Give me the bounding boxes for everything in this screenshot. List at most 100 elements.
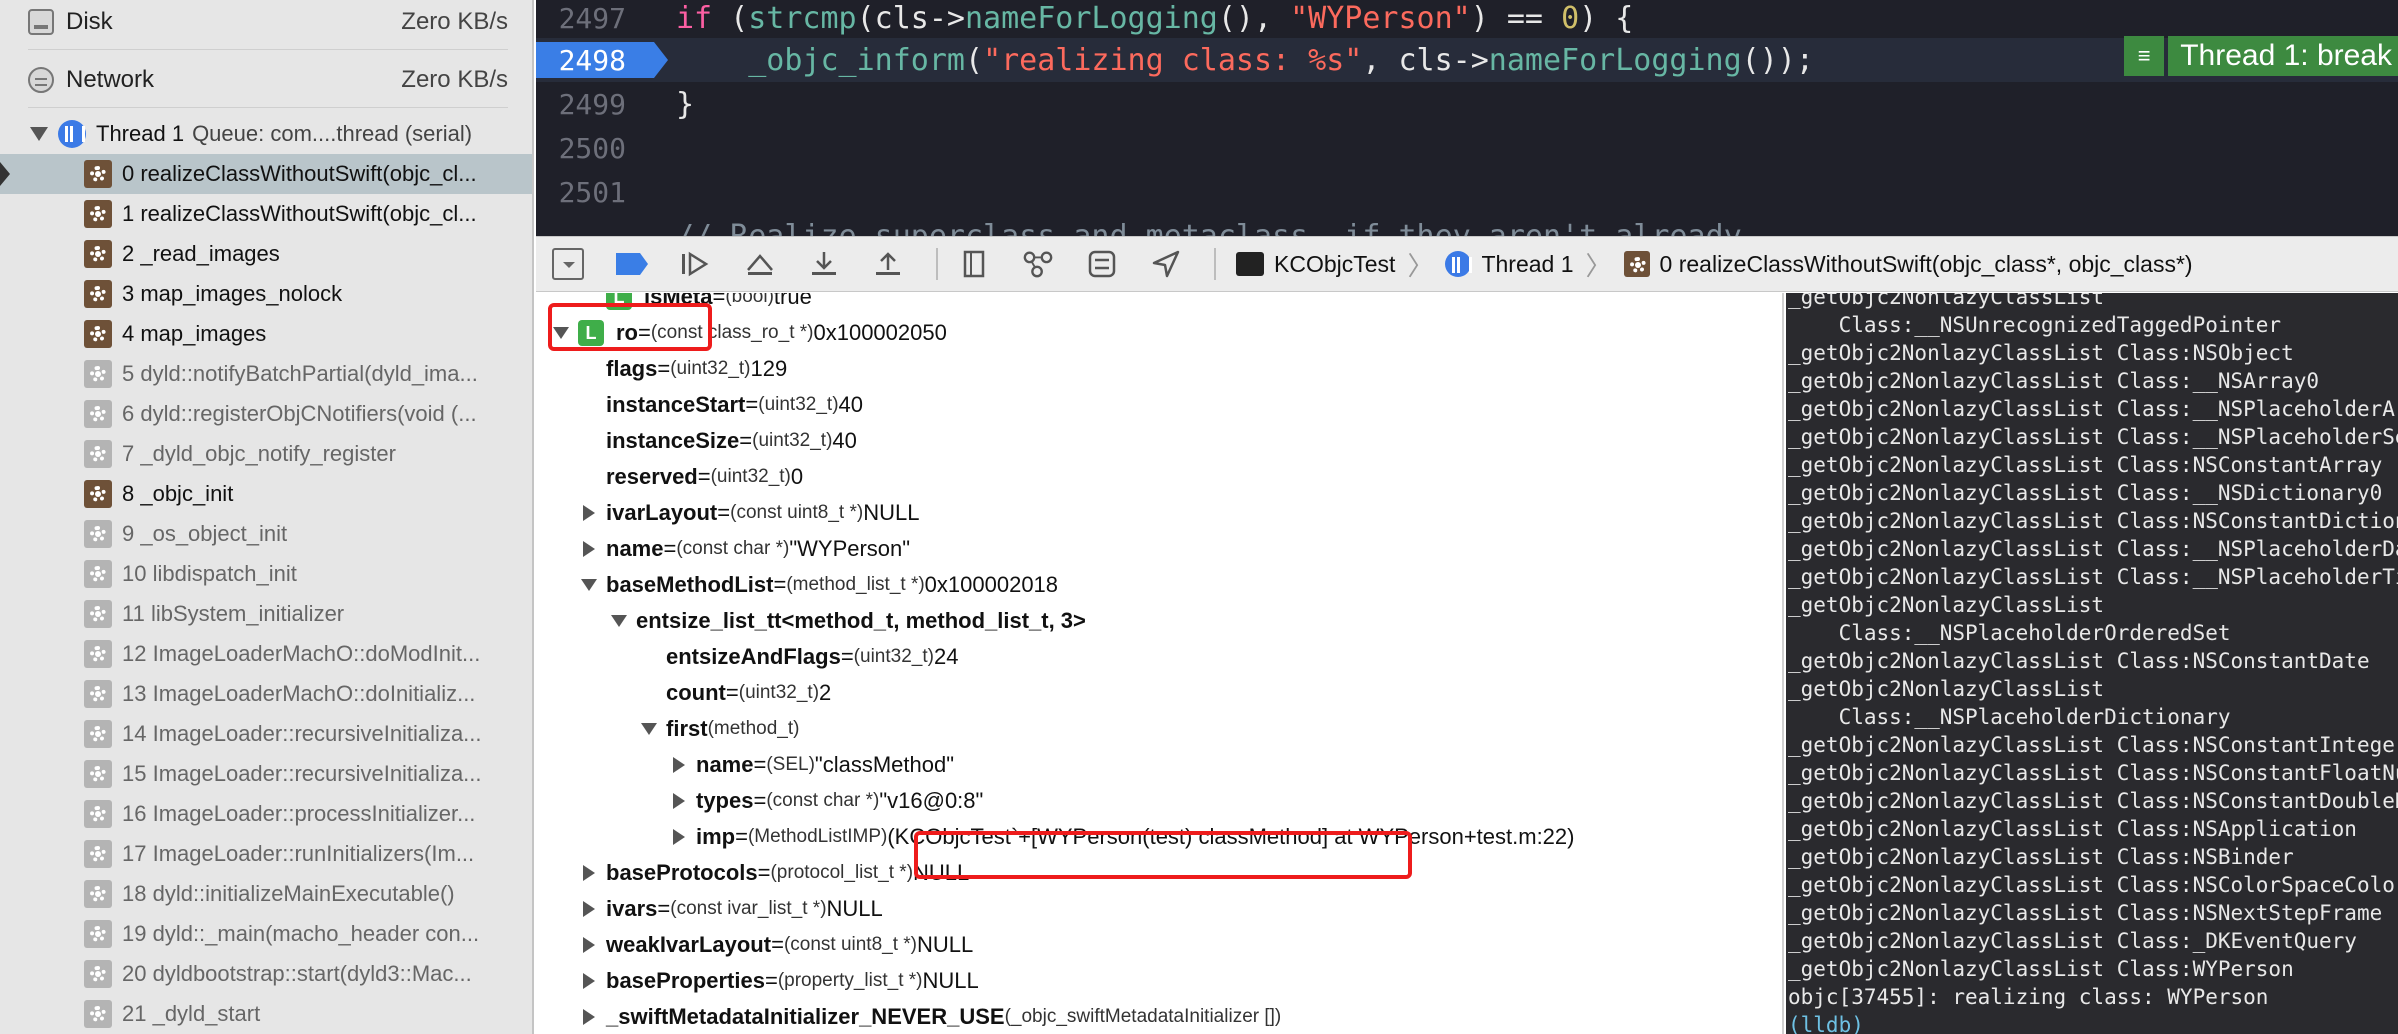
stack-frame-row[interactable]: 8 _objc_init <box>0 474 532 514</box>
code-line[interactable]: 2501 <box>536 170 2398 214</box>
disclosure-triangle-icon[interactable] <box>578 502 600 524</box>
simulate-location-icon[interactable] <box>1150 248 1182 280</box>
disclosure-triangle-icon[interactable] <box>550 322 572 344</box>
memory-graph-icon[interactable] <box>1022 248 1054 280</box>
variable-row[interactable]: entsizeAndFlags = (uint32_t) 24 <box>536 639 1782 675</box>
stack-frame-row[interactable]: 2 _read_images <box>0 234 532 274</box>
variable-row[interactable]: types = (const char *) "v16@0:8" <box>536 783 1782 819</box>
variable-row[interactable]: weakIvarLayout = (const uint8_t *) NULL <box>536 927 1782 963</box>
view-hierarchy-icon[interactable] <box>958 248 990 280</box>
stack-frame-row[interactable]: 18 dyld::initializeMainExecutable() <box>0 874 532 914</box>
variable-row[interactable]: entsize_list_tt<method_t, method_list_t,… <box>536 603 1782 639</box>
stack-frame-row[interactable]: 10 libdispatch_init <box>0 554 532 594</box>
variable-row[interactable]: baseProtocols = (protocol_list_t *) NULL <box>536 855 1782 891</box>
variable-name: instanceStart <box>606 392 746 417</box>
variable-value: 129 <box>750 356 788 381</box>
stack-frame-row[interactable]: 3 map_images_nolock <box>0 274 532 314</box>
gauge-disk[interactable]: Disk Zero KB/s <box>28 0 508 50</box>
disclosure-triangle-icon[interactable] <box>638 718 660 740</box>
breadcrumb-target[interactable]: KCObjcTest <box>1274 251 1395 278</box>
code-line[interactable]: 2500 <box>536 126 2398 170</box>
stack-frame-row[interactable]: 14 ImageLoader::recursiveInitializa... <box>0 714 532 754</box>
disclosure-triangle-icon[interactable] <box>578 538 600 560</box>
variable-row[interactable]: reserved = (uint32_t) 0 <box>536 459 1782 495</box>
breadcrumb-frame[interactable]: 0 realizeClassWithoutSwift(objc_class*, … <box>1660 251 2193 278</box>
variables-view[interactable]: LisMeta = (bool) true Lro = (const class_… <box>536 293 1784 1034</box>
break-badge-label: Thread 1: break <box>2168 36 2398 76</box>
variable-row[interactable]: Lro = (const class_ro_t *) 0x100002050 <box>536 315 1782 351</box>
stack-frame-label: 12 ImageLoaderMachO::doModInit... <box>122 641 481 666</box>
disclosure-triangle-icon[interactable] <box>30 127 48 141</box>
variable-row[interactable]: imp = (MethodListIMP) (KCObjcTest`+[WYPe… <box>536 819 1782 855</box>
stack-frame-row[interactable]: 4 map_images <box>0 314 532 354</box>
hide-debug-area-icon[interactable] <box>552 248 584 280</box>
variable-name: weakIvarLayout <box>606 932 772 957</box>
environment-overrides-icon[interactable] <box>1086 248 1118 280</box>
stack-frame-row[interactable]: 16 ImageLoader::processInitializer... <box>0 794 532 834</box>
variable-row[interactable]: name = (SEL) "classMethod" <box>536 747 1782 783</box>
stack-frame-label: 14 ImageLoader::recursiveInitializa... <box>122 721 482 746</box>
variable-row[interactable]: baseProperties = (property_list_t *) NUL… <box>536 963 1782 999</box>
code-line[interactable]: 2499} <box>536 82 2398 126</box>
variable-row[interactable]: flags = (uint32_t) 129 <box>536 351 1782 387</box>
breakpoints-toggle-button[interactable] <box>616 248 648 280</box>
variable-row[interactable]: first (method_t) <box>536 711 1782 747</box>
breadcrumb: KCObjcTest 〉 Thread 1 〉 0 realizeClassWi… <box>1236 246 2193 283</box>
disclosure-triangle-icon[interactable] <box>578 970 600 992</box>
variable-row[interactable]: count = (uint32_t) 2 <box>536 675 1782 711</box>
disclosure-triangle-icon[interactable] <box>668 826 690 848</box>
disclosure-triangle-icon[interactable] <box>578 934 600 956</box>
stack-frame-row[interactable]: 12 ImageLoaderMachO::doModInit... <box>0 634 532 674</box>
stack-frame-row[interactable]: 19 dyld::_main(macho_header con... <box>0 914 532 954</box>
disclosure-triangle-icon[interactable] <box>668 754 690 776</box>
code-line[interactable]: 2497 if (strcmp(cls->nameForLogging(), "W… <box>536 0 2398 40</box>
disclosure-triangle-icon[interactable] <box>578 898 600 920</box>
stack-frame-row[interactable]: 17 ImageLoader::runInitializers(Im... <box>0 834 532 874</box>
variable-row[interactable]: LisMeta = (bool) true <box>536 293 1782 315</box>
gauge-value: Zero KB/s <box>401 65 508 93</box>
console-output[interactable]: _getObjc2NonlazyClassList Class:__NSUnre… <box>1786 293 2398 1034</box>
variable-name: entsizeAndFlags <box>666 644 841 669</box>
disclosure-triangle-icon[interactable] <box>668 790 690 812</box>
thread-row[interactable]: Thread 1 Queue: com....thread (serial) <box>0 114 532 154</box>
disclosure-triangle-icon[interactable] <box>608 610 630 632</box>
step-into-icon[interactable] <box>808 248 840 280</box>
stack-frame-row[interactable]: 7 _dyld_objc_notify_register <box>0 434 532 474</box>
stack-frame-row[interactable]: 20 dyldbootstrap::start(dyld3::Mac... <box>0 954 532 994</box>
stack-frame-row[interactable]: 6 dyld::registerObjCNotifiers(void (... <box>0 394 532 434</box>
stack-frame-row[interactable]: 0 realizeClassWithoutSwift(objc_cl... <box>0 154 532 194</box>
variable-row[interactable]: baseMethodList = (method_list_t *) 0x100… <box>536 567 1782 603</box>
gear-icon <box>84 400 112 428</box>
variable-row[interactable]: instanceStart = (uint32_t) 40 <box>536 387 1782 423</box>
variable-row[interactable]: instanceSize = (uint32_t) 40 <box>536 423 1782 459</box>
code-line[interactable]: // Realize superclass and metaclass, if … <box>536 214 2398 237</box>
stack-frame-row[interactable]: 11 libSystem_initializer <box>0 594 532 634</box>
step-over-icon[interactable] <box>744 248 776 280</box>
badge-menu-icon[interactable]: ≡ <box>2124 36 2165 76</box>
stack-frame-row[interactable]: 13 ImageLoaderMachO::doInitializ... <box>0 674 532 714</box>
stack-frame-row[interactable]: 15 ImageLoader::recursiveInitializa... <box>0 754 532 794</box>
console-line: _getObjc2NonlazyClassList Class:WYPerson <box>1788 957 2294 981</box>
step-out-icon[interactable] <box>872 248 904 280</box>
stack-frame-row[interactable]: 21 _dyld_start <box>0 994 532 1034</box>
breadcrumb-thread[interactable]: Thread 1 <box>1481 251 1573 278</box>
disclosure-triangle-icon[interactable] <box>578 862 600 884</box>
stack-frame-row[interactable]: 5 dyld::notifyBatchPartial(dyld_ima... <box>0 354 532 394</box>
disclosure-triangle-icon[interactable] <box>578 574 600 596</box>
variable-row[interactable]: _swiftMetadataInitializer_NEVER_USE (_ob… <box>536 999 1782 1034</box>
continue-icon[interactable] <box>680 248 712 280</box>
source-editor[interactable]: 2497 if (strcmp(cls->nameForLogging(), "W… <box>536 0 2398 236</box>
gauge-network[interactable]: Network Zero KB/s <box>28 52 508 108</box>
variable-row[interactable]: name = (const char *) "WYPerson" <box>536 531 1782 567</box>
debug-navigator: Disk Zero KB/s Network Zero KB/s Thread … <box>0 0 534 1034</box>
code-line[interactable]: 2498 _objc_inform("realizing class: %s",… <box>536 38 2398 82</box>
stack-frame-row[interactable]: 9 _os_object_init <box>0 514 532 554</box>
stack-frame-label: 20 dyldbootstrap::start(dyld3::Mac... <box>122 961 472 986</box>
stack-frame-row[interactable]: 1 realizeClassWithoutSwift(objc_cl... <box>0 194 532 234</box>
variable-row[interactable]: ivarLayout = (const uint8_t *) NULL <box>536 495 1782 531</box>
thread-break-badge[interactable]: ≡ Thread 1: break <box>2124 36 2398 76</box>
disclosure-triangle-icon[interactable] <box>578 1006 600 1028</box>
console-line: _getObjc2NonlazyClassList Class:NSApplic… <box>1788 817 2357 841</box>
variable-row[interactable]: ivars = (const ivar_list_t *) NULL <box>536 891 1782 927</box>
variable-value: NULL <box>917 932 974 957</box>
